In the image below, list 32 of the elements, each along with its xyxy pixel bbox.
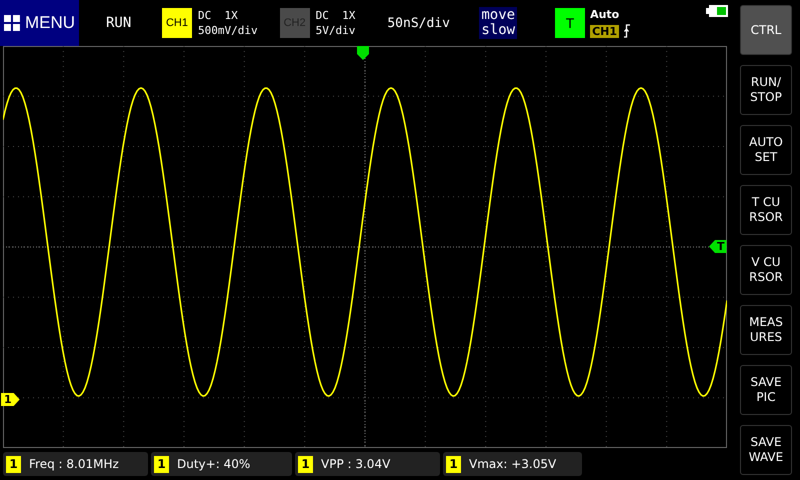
side-menu-button[interactable]: T CU RSOR: [740, 185, 792, 235]
move-mode-indicator[interactable]: move slow: [479, 7, 518, 39]
scale-label: 500mV/div: [198, 23, 258, 38]
measurement-value: Freq : 8.01MHz: [29, 457, 119, 471]
coupling-label: DC 1X: [198, 8, 239, 23]
trigger-source-badge: CH1: [590, 24, 620, 38]
side-menu-button[interactable]: AUTO SET: [740, 125, 792, 175]
side-menu-button[interactable]: RUN/ STOP: [740, 65, 792, 115]
measurement-value: Vmax: +3.05V: [469, 457, 556, 471]
channel-badge[interactable]: CH1: [162, 8, 192, 38]
menu-button[interactable]: MENU: [0, 0, 79, 46]
coupling-label: DC 1X: [316, 8, 356, 23]
measurement-value: Duty+: 40%: [177, 457, 250, 471]
run-status: RUN: [106, 15, 132, 31]
rising-edge-icon: [623, 24, 632, 38]
trigger-mode: Auto: [590, 8, 620, 21]
trigger-position-marker[interactable]: [357, 46, 369, 60]
measurement-value: VPP : 3.04V: [321, 457, 390, 471]
side-menu-button[interactable]: CTRL: [740, 5, 792, 55]
battery-icon: [706, 5, 728, 17]
scale-label: 5V/div: [316, 23, 356, 38]
channel-number-badge: 1: [154, 456, 169, 472]
grid-icon: [4, 15, 20, 31]
channel-number-badge: 1: [446, 456, 461, 472]
trigger-badge: T: [555, 8, 586, 38]
side-menu-button[interactable]: V CU RSOR: [740, 245, 792, 295]
side-menu-button[interactable]: MEAS URES: [740, 305, 792, 355]
side-menu-button[interactable]: SAVE WAVE: [740, 425, 792, 475]
timebase-label: 50nS/div: [387, 16, 451, 30]
side-menu-button[interactable]: SAVE PIC: [740, 365, 792, 415]
channel-number-badge: 1: [298, 456, 313, 472]
channel-number-badge: 1: [6, 456, 21, 472]
